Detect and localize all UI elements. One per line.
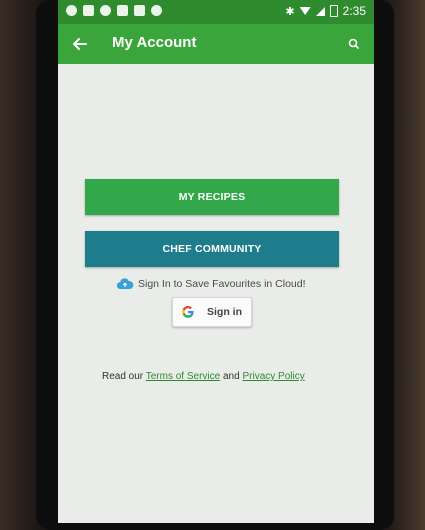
- chef-community-button[interactable]: CHEF COMMUNITY: [85, 231, 339, 267]
- bluetooth-icon: ✱: [285, 5, 295, 18]
- screen: ✱ 2:35 My Account MY RECIPES CHEF COMMUN…: [58, 0, 374, 523]
- app-bar: My Account: [58, 24, 374, 64]
- notification-icon: [117, 5, 128, 16]
- cloud-upload-icon: [116, 278, 134, 290]
- cloud-message-text: Sign In to Save Favourites in Cloud!: [138, 278, 306, 290]
- sign-in-label: Sign in: [207, 306, 242, 318]
- clock: 2:35: [342, 4, 366, 18]
- battery-icon: [329, 5, 338, 17]
- notification-icon: [66, 5, 77, 16]
- arrow-left-icon: [73, 38, 87, 50]
- legal-and: and: [220, 371, 243, 382]
- search-button[interactable]: [342, 32, 366, 56]
- privacy-policy-link[interactable]: Privacy Policy: [242, 371, 304, 382]
- search-icon: [348, 38, 359, 49]
- lock-icon: [134, 5, 145, 16]
- notification-icon: [100, 5, 111, 16]
- notification-icon: [83, 5, 94, 16]
- legal-text: Read our Terms of Service and Privacy Po…: [102, 371, 305, 382]
- legal-prefix: Read our: [102, 371, 146, 382]
- back-button[interactable]: [66, 30, 94, 58]
- wifi-icon: [299, 7, 311, 15]
- google-g-icon: [182, 306, 194, 318]
- google-sign-in-button[interactable]: Sign in: [172, 297, 252, 327]
- phone-frame: ✱ 2:35 My Account MY RECIPES CHEF COMMUN…: [36, 0, 394, 530]
- signal-icon: [315, 6, 325, 16]
- notification-icon: [151, 5, 162, 16]
- my-recipes-button[interactable]: MY RECIPES: [85, 179, 339, 215]
- cloud-sync-message: Sign In to Save Favourites in Cloud!: [116, 278, 306, 290]
- page-title: My Account: [112, 34, 197, 51]
- terms-of-service-link[interactable]: Terms of Service: [146, 371, 220, 382]
- system-icons: ✱ 2:35: [285, 4, 366, 18]
- status-bar: ✱ 2:35: [58, 0, 374, 24]
- notification-icons: [66, 5, 162, 16]
